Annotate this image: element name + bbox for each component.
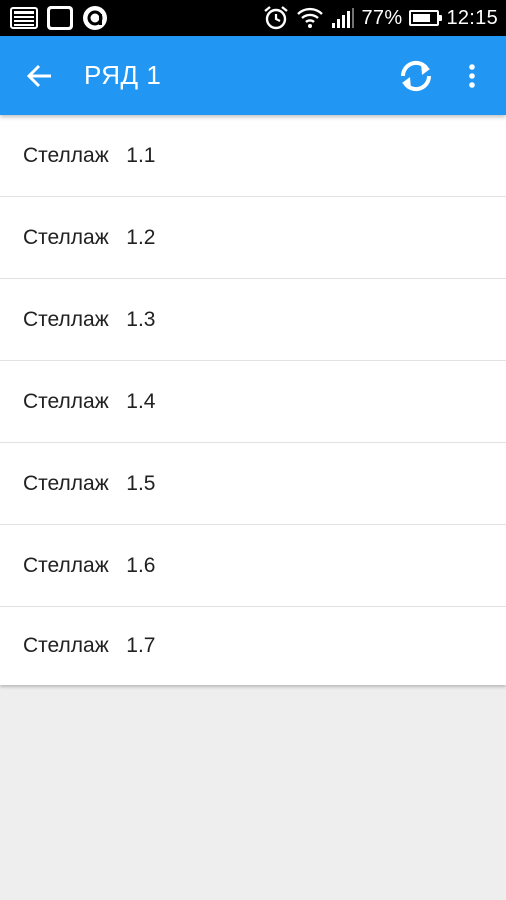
alarm-icon bbox=[263, 5, 289, 31]
refresh-button[interactable] bbox=[388, 46, 444, 106]
battery-percent: 77% bbox=[361, 6, 403, 29]
list-item-rack-1-4[interactable]: Стеллаж 1.4 bbox=[0, 361, 506, 443]
arrow-back-icon bbox=[26, 64, 51, 87]
list-item-label: Стеллаж 1.3 bbox=[23, 307, 156, 331]
list-item-label: Стеллаж 1.4 bbox=[23, 389, 156, 413]
refresh-icon bbox=[400, 60, 432, 91]
rack-list: Стеллаж 1.1 Стеллаж 1.2 Стеллаж 1.3 Стел… bbox=[0, 115, 506, 685]
list-item-label: Стеллаж 1.7 bbox=[23, 634, 156, 657]
battery-icon bbox=[409, 10, 443, 26]
app-bar: РЯД 1 bbox=[0, 36, 506, 115]
list-item-rack-1-5[interactable]: Стеллаж 1.5 bbox=[0, 443, 506, 525]
list-item-label: Стеллаж 1.6 bbox=[23, 553, 156, 577]
system-icons: 77% 12:15 bbox=[263, 5, 499, 31]
back-button[interactable] bbox=[10, 46, 70, 106]
signal-icon bbox=[331, 7, 355, 29]
gallery-icon bbox=[10, 6, 38, 30]
list-item-label: Стеллаж 1.5 bbox=[23, 471, 156, 495]
status-bar: 77% 12:15 bbox=[0, 0, 506, 36]
inv-app-icon bbox=[46, 5, 74, 31]
list-item-rack-1-7[interactable]: Стеллаж 1.7 bbox=[0, 607, 506, 685]
battery-level bbox=[413, 14, 431, 22]
wifi-icon bbox=[296, 6, 324, 30]
list-item-rack-1-6[interactable]: Стеллаж 1.6 bbox=[0, 525, 506, 607]
list-item-rack-1-2[interactable]: Стеллаж 1.2 bbox=[0, 197, 506, 279]
app-bar-actions bbox=[388, 46, 500, 106]
overflow-menu-button[interactable] bbox=[444, 46, 500, 106]
list-item-rack-1-1[interactable]: Стеллаж 1.1 bbox=[0, 115, 506, 197]
a-app-icon bbox=[82, 5, 108, 31]
notification-icons bbox=[10, 5, 108, 31]
list-item-label: Стеллаж 1.1 bbox=[23, 143, 156, 167]
list-item-rack-1-3[interactable]: Стеллаж 1.3 bbox=[0, 279, 506, 361]
page-title: РЯД 1 bbox=[84, 60, 162, 90]
list-item-label: Стеллаж 1.2 bbox=[23, 225, 156, 249]
clock: 12:15 bbox=[446, 6, 498, 29]
more-vert-icon bbox=[469, 63, 475, 88]
